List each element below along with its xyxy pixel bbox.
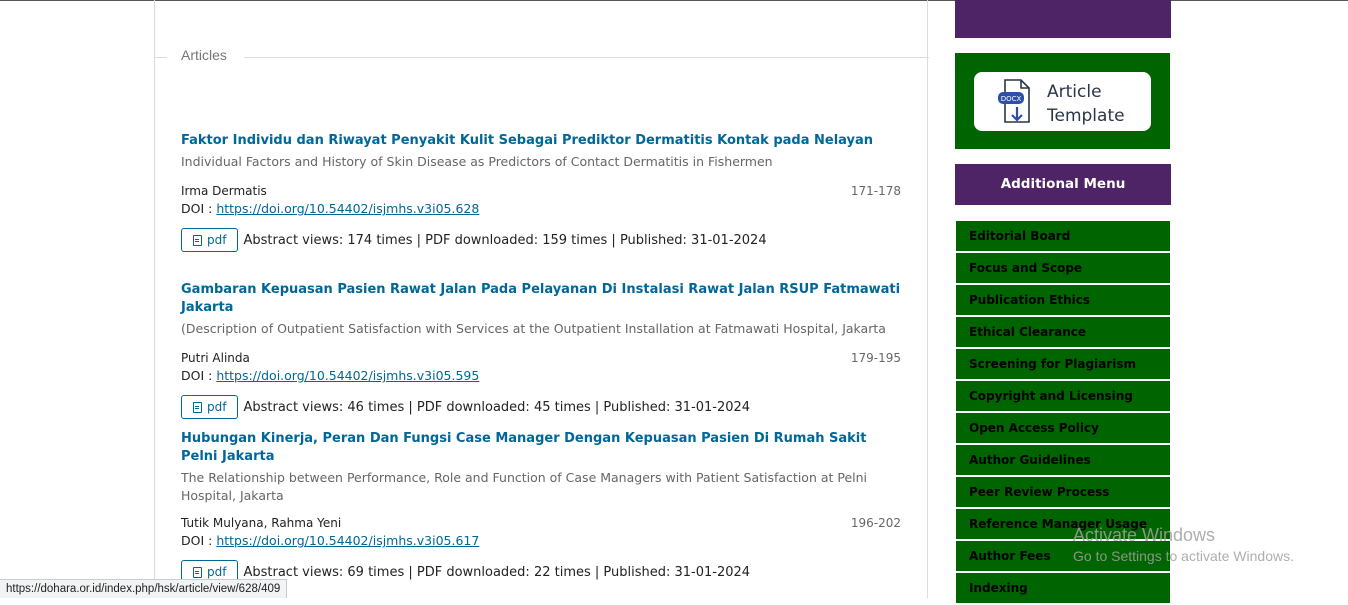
article-title-link[interactable]: Hubungan Kinerja, Peran Dan Fungsi Case … xyxy=(181,430,903,466)
article-subtitle: Individual Factors and History of Skin D… xyxy=(181,154,773,169)
article-title-link[interactable]: Faktor Individu dan Riwayat Penyakit Kul… xyxy=(181,132,903,150)
article-item: Faktor Individu dan Riwayat Penyakit Kul… xyxy=(181,132,903,253)
article-pages: 179-195 xyxy=(850,351,901,365)
doi-link[interactable]: https://doi.org/10.54402/isjmhs.v3i05.62… xyxy=(216,201,479,216)
article-doi: DOI : https://doi.org/10.54402/isjmhs.v3… xyxy=(181,532,903,549)
template-line1: Article xyxy=(1047,82,1102,102)
article-title-link[interactable]: Gambaran Kepuasan Pasien Rawat Jalan Pad… xyxy=(181,281,903,317)
docx-download-icon: DOCX xyxy=(998,79,1030,123)
menu-item-publication-ethics[interactable]: Publication Ethics xyxy=(956,285,1170,315)
additional-menu-heading: Additional Menu xyxy=(955,164,1171,205)
menu-item-editorial-board[interactable]: Editorial Board xyxy=(956,221,1170,251)
pdf-button[interactable]: pdf xyxy=(181,395,239,419)
divider xyxy=(155,57,167,58)
section-heading: Articles xyxy=(181,47,227,63)
article-subtitle: The Relationship between Performance, Ro… xyxy=(181,470,868,503)
divider xyxy=(244,57,929,58)
article-stats: Abstract views: 46 times | PDF downloade… xyxy=(243,399,751,415)
sidebar-top-banner xyxy=(955,0,1171,38)
menu-item-copyright[interactable]: Copyright and Licensing xyxy=(956,381,1170,411)
activate-windows-watermark: Activate Windows Go to Settings to activ… xyxy=(1073,524,1294,566)
status-bar-url: https://dohara.or.id/index.php/hsk/artic… xyxy=(0,579,288,598)
file-pdf-icon xyxy=(193,401,202,413)
section-header: Articles xyxy=(155,47,929,67)
doi-label: DOI : xyxy=(181,533,217,548)
article-item: Gambaran Kepuasan Pasien Rawat Jalan Pad… xyxy=(181,281,903,420)
article-doi: DOI : https://doi.org/10.54402/isjmhs.v3… xyxy=(181,200,903,217)
template-line2: Template xyxy=(1047,106,1125,126)
article-meta: Putri Alinda 179-195 xyxy=(181,350,903,367)
docx-badge: DOCX xyxy=(1001,95,1022,103)
article-subtitle: (Description of Outpatient Satisfaction … xyxy=(181,321,886,336)
file-pdf-icon xyxy=(193,234,202,246)
pdf-button-label: pdf xyxy=(207,565,227,579)
article-authors: Irma Dermatis xyxy=(181,184,267,198)
article-stats: Abstract views: 69 times | PDF downloade… xyxy=(243,564,751,580)
article-stats-row: pdf Abstract views: 69 times | PDF downl… xyxy=(181,559,903,585)
main-content: Articles Faktor Individu dan Riwayat Pen… xyxy=(154,0,929,598)
menu-item-peer-review[interactable]: Peer Review Process xyxy=(956,477,1170,507)
menu-item-author-guidelines[interactable]: Author Guidelines xyxy=(956,445,1170,475)
menu-item-ethical-clearance[interactable]: Ethical Clearance xyxy=(956,317,1170,347)
doi-label: DOI : xyxy=(181,201,217,216)
watermark-subtitle: Go to Settings to activate Windows. xyxy=(1073,548,1294,564)
article-stats-row: pdf Abstract views: 46 times | PDF downl… xyxy=(181,394,903,420)
pdf-button-label: pdf xyxy=(207,400,227,414)
pdf-button[interactable]: pdf xyxy=(181,228,239,252)
menu-item-plagiarism[interactable]: Screening for Plagiarism xyxy=(956,349,1170,379)
article-stats-row: pdf Abstract views: 174 times | PDF down… xyxy=(181,227,903,253)
article-item: Hubungan Kinerja, Peran Dan Fungsi Case … xyxy=(181,430,903,585)
pdf-button-label: pdf xyxy=(207,233,227,247)
menu-item-indexing[interactable]: Indexing xyxy=(956,573,1170,603)
menu-item-open-access[interactable]: Open Access Policy xyxy=(956,413,1170,443)
watermark-title: Activate Windows xyxy=(1073,525,1216,545)
article-doi: DOI : https://doi.org/10.54402/isjmhs.v3… xyxy=(181,367,903,384)
doi-link[interactable]: https://doi.org/10.54402/isjmhs.v3i05.59… xyxy=(216,368,479,383)
article-template-banner[interactable]: DOCX Article Template xyxy=(955,53,1170,149)
article-stats: Abstract views: 174 times | PDF download… xyxy=(243,232,767,248)
article-authors: Tutik Mulyana, Rahma Yeni xyxy=(181,516,342,530)
article-template-card[interactable]: DOCX Article Template xyxy=(974,72,1151,131)
doi-label: DOI : xyxy=(181,368,217,383)
article-pages: 171-178 xyxy=(850,184,901,198)
article-authors: Putri Alinda xyxy=(181,351,250,365)
file-pdf-icon xyxy=(193,566,202,578)
menu-item-focus-scope[interactable]: Focus and Scope xyxy=(956,253,1170,283)
article-template-label: Article Template xyxy=(1047,80,1125,128)
article-meta: Tutik Mulyana, Rahma Yeni 196-202 xyxy=(181,515,903,532)
article-pages: 196-202 xyxy=(850,516,901,530)
doi-link[interactable]: https://doi.org/10.54402/isjmhs.v3i05.61… xyxy=(216,533,479,548)
article-meta: Irma Dermatis 171-178 xyxy=(181,183,903,200)
